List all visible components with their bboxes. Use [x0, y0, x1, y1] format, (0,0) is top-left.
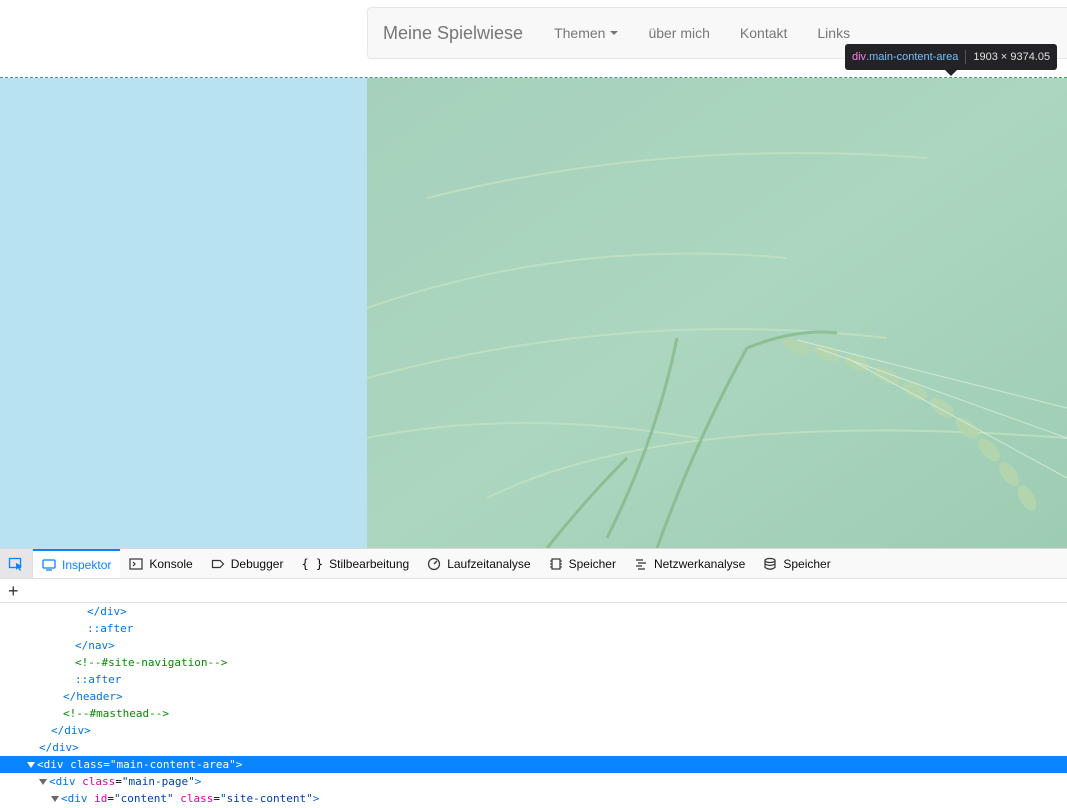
- network-icon: [635, 558, 646, 570]
- tooltip-dimensions: 1903 × 9374.05: [973, 51, 1051, 63]
- add-node-button[interactable]: +: [8, 582, 19, 600]
- markup-attr-name: class: [82, 775, 116, 788]
- caret-down-icon: [610, 31, 619, 35]
- markup-row-selected[interactable]: <div class="main-content-area">: [0, 756, 1067, 773]
- devtools-panel: Inspektor Konsole Debugger { } Stilbearb…: [0, 548, 1067, 808]
- tab-debugger[interactable]: Debugger: [202, 549, 293, 578]
- markup-row[interactable]: ::after: [0, 620, 1067, 637]
- markup-tag: </nav>: [75, 639, 115, 652]
- nav-item-links[interactable]: Links: [802, 25, 865, 41]
- tab-inspektor[interactable]: Inspektor: [33, 549, 121, 578]
- markup-attr-value: "main-page": [121, 775, 195, 788]
- tab-label: Speicher: [568, 556, 616, 571]
- storage-icon: [764, 557, 776, 570]
- markup-tag: >: [194, 775, 202, 788]
- markup-tag: </header>: [63, 690, 123, 703]
- markup-pseudo: ::after: [87, 622, 134, 635]
- markup-row[interactable]: <!--#masthead-->: [0, 705, 1067, 722]
- inspector-icon: [42, 558, 56, 571]
- markup-attr-value: "content": [114, 792, 174, 805]
- tab-konsole[interactable]: Konsole: [120, 549, 201, 578]
- markup-row[interactable]: </div>: [0, 603, 1067, 620]
- tab-netzwerkanalyse[interactable]: Netzwerkanalyse: [625, 549, 754, 578]
- markup-tag: <div: [37, 758, 71, 771]
- console-icon: [129, 557, 143, 570]
- hero-image-wheat: [367, 78, 1067, 548]
- markup-tag: </div>: [39, 741, 79, 754]
- navbar-brand[interactable]: Meine Spielwiese: [368, 23, 523, 44]
- tooltip-tag: div: [852, 51, 867, 63]
- markup-row[interactable]: ::after: [0, 671, 1067, 688]
- tooltip-class: .main-content-area: [866, 51, 959, 63]
- nav-item-kontakt[interactable]: Kontakt: [725, 25, 802, 41]
- tab-label: Laufzeitanalyse: [447, 556, 531, 571]
- markup-tag: >: [235, 758, 243, 771]
- inspector-tooltip: div .main-content-area 1903 × 9374.05: [845, 44, 1058, 70]
- devtools-toolbar: Inspektor Konsole Debugger { } Stilbearb…: [0, 549, 1067, 579]
- expand-arrow-icon[interactable]: [27, 762, 35, 768]
- tab-stilbearbeitung[interactable]: { } Stilbearbeitung: [292, 549, 418, 578]
- braces-icon: { }: [301, 556, 324, 571]
- markup-tag: <div: [61, 792, 95, 805]
- expand-arrow-icon[interactable]: [39, 779, 47, 785]
- markup-row[interactable]: </div>: [0, 739, 1067, 756]
- tab-label: Inspektor: [62, 557, 112, 572]
- markup-pseudo: ::after: [75, 673, 122, 686]
- tab-label: Netzwerkanalyse: [653, 556, 746, 571]
- performance-icon: [428, 557, 441, 570]
- markup-tag: </div>: [87, 605, 127, 618]
- nav-item-label: Themen: [554, 25, 606, 41]
- markup-row[interactable]: <div id="content" class="site-content">: [0, 790, 1067, 807]
- tab-laufzeitanalyse[interactable]: Laufzeitanalyse: [418, 549, 539, 578]
- markup-attr-value: "main-content-area": [109, 758, 236, 771]
- tab-label: Stilbearbeitung: [329, 556, 410, 571]
- tooltip-separator: [965, 50, 967, 64]
- nav-item-ueber-mich[interactable]: über mich: [633, 25, 724, 41]
- element-picker-button[interactable]: [0, 549, 33, 578]
- element-highlight-overlay: [0, 78, 367, 548]
- markup-row[interactable]: </header>: [0, 688, 1067, 705]
- highlight-boundary-line: [0, 77, 1067, 78]
- markup-row[interactable]: <div class="main-page">: [0, 773, 1067, 790]
- memory-icon: [549, 557, 562, 570]
- markup-tag: </div>: [51, 724, 91, 737]
- markup-comment: <!--#masthead-->: [63, 707, 169, 720]
- tab-speicher-memory[interactable]: Speicher: [540, 549, 625, 578]
- debugger-icon: [211, 559, 225, 568]
- markup-tree: </div> ::after </nav> <!--#site-navigati…: [0, 603, 1067, 807]
- markup-attr-name: class: [70, 758, 104, 771]
- tab-label: Speicher: [783, 556, 831, 571]
- tooltip-arrow: [945, 70, 957, 76]
- tab-label: Konsole: [149, 556, 193, 571]
- markup-tag: <div: [49, 775, 83, 788]
- tab-speicher-storage[interactable]: Speicher: [754, 549, 839, 578]
- markup-tag: >: [312, 792, 320, 805]
- markup-row[interactable]: <!--#site-navigation-->: [0, 654, 1067, 671]
- markup-comment: <!--#site-navigation-->: [75, 656, 228, 669]
- markup-attr-name: id: [94, 792, 108, 805]
- page-viewport: Meine Spielwiese Themen über mich Kontak…: [0, 0, 1067, 548]
- markup-attr-name: class: [180, 792, 214, 805]
- tab-label: Debugger: [230, 556, 284, 571]
- markup-row[interactable]: </nav>: [0, 637, 1067, 654]
- inspector-subtoolbar: +: [0, 579, 1067, 603]
- expand-arrow-icon[interactable]: [51, 796, 59, 802]
- markup-row[interactable]: </div>: [0, 722, 1067, 739]
- markup-attr-value: "site-content": [219, 792, 313, 805]
- element-picker-icon: [8, 557, 22, 571]
- nav-item-themen[interactable]: Themen: [539, 25, 633, 41]
